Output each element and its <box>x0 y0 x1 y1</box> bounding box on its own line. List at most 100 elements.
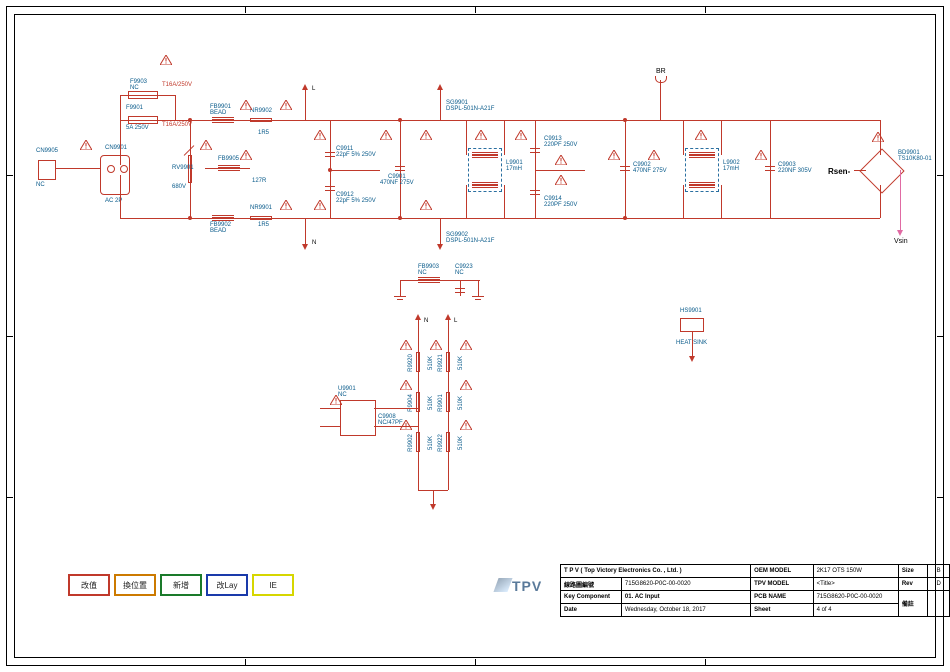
refdes: R9922 <box>438 434 444 452</box>
cap <box>325 156 335 157</box>
warn-icon <box>695 130 707 140</box>
warn-icon <box>380 130 392 140</box>
tick <box>7 497 13 498</box>
wire <box>478 280 479 296</box>
legend-box: 改值 <box>68 574 110 596</box>
wire <box>175 95 176 120</box>
res <box>416 392 420 412</box>
refval: BEAD <box>210 110 226 116</box>
coil <box>689 182 715 188</box>
cap <box>765 170 775 171</box>
wire-vsin <box>900 170 901 230</box>
tick <box>475 659 476 665</box>
arrow <box>415 314 421 320</box>
wire <box>683 185 684 218</box>
wire <box>440 218 441 244</box>
net-n: N <box>424 318 428 324</box>
lbl: Rev <box>898 578 928 591</box>
warn-icon <box>475 130 487 140</box>
refval: 510K <box>428 396 434 410</box>
refval: 220PF 250V <box>544 202 577 208</box>
wire <box>400 280 480 281</box>
warn-icon <box>430 340 442 350</box>
cap <box>325 152 335 153</box>
warn-icon <box>460 380 472 390</box>
warn-icon <box>400 380 412 390</box>
wire <box>120 120 121 165</box>
refdes: CN9901 <box>105 145 127 151</box>
refval: 1R5 <box>258 130 269 136</box>
wire <box>750 120 865 121</box>
refval: 220PF 250V <box>544 142 577 148</box>
cap <box>765 166 775 167</box>
lbl: Sheet <box>751 604 813 617</box>
refval: 17mH <box>723 166 739 172</box>
warn-icon <box>460 420 472 430</box>
gnd <box>472 296 484 297</box>
val: B <box>928 565 950 578</box>
legend-box: 改Lay <box>206 574 248 596</box>
refval: 510K <box>458 436 464 450</box>
junction <box>623 216 627 220</box>
arrow <box>302 244 308 250</box>
res <box>446 432 450 452</box>
junction <box>398 118 402 122</box>
refval: 220NF 305V <box>778 168 812 174</box>
val: 715G8620-P0C-00-0020 <box>813 591 898 604</box>
warn-icon <box>314 130 326 140</box>
bead-fb9905 <box>218 165 240 171</box>
refdes: RV9901 <box>172 165 194 171</box>
legend-label: 改Lay <box>217 580 238 591</box>
wire <box>660 80 661 120</box>
gnd <box>394 296 406 297</box>
wire <box>466 185 467 218</box>
wire <box>305 90 306 120</box>
tick <box>475 7 476 13</box>
cap <box>530 190 540 191</box>
wire <box>692 332 693 356</box>
legend-label: 換位置 <box>123 580 147 591</box>
refdes: R9921 <box>438 354 444 372</box>
refval: NC <box>36 182 45 188</box>
warn-icon <box>314 200 326 210</box>
refdes: CN9905 <box>36 148 58 154</box>
connector-cn9905 <box>38 160 56 180</box>
cap <box>455 292 465 293</box>
wire <box>374 408 418 409</box>
gnd <box>475 299 481 300</box>
lbl: PCB NAME <box>751 591 813 604</box>
coil <box>689 152 715 158</box>
refval: 22pF 5% 250V <box>336 198 376 204</box>
warn-icon <box>240 100 252 110</box>
pin <box>107 165 115 173</box>
refval: NC <box>418 270 427 276</box>
refdes: R9902 <box>408 434 414 452</box>
warn-icon <box>400 340 412 350</box>
cap <box>325 186 335 187</box>
tick <box>705 7 706 13</box>
refval: 470NF 275V <box>380 180 414 186</box>
warn-icon <box>280 200 292 210</box>
wire <box>330 170 380 171</box>
refdes: R9904 <box>408 394 414 412</box>
refval: 127R <box>252 178 266 184</box>
tick <box>937 175 943 176</box>
tick <box>245 659 246 665</box>
refval: 510K <box>458 396 464 410</box>
cap <box>395 166 405 167</box>
refval: TS10K80-01 <box>898 156 932 162</box>
warn-icon <box>200 140 212 150</box>
arrow <box>689 356 695 362</box>
wire <box>120 95 121 120</box>
wire <box>865 120 880 121</box>
net-l: L <box>454 318 457 324</box>
gnd <box>397 299 403 300</box>
wire <box>750 218 865 219</box>
junction <box>188 216 192 220</box>
refval: 680V <box>172 184 186 190</box>
refval: NC/47PF <box>378 420 403 426</box>
wire <box>535 170 585 171</box>
fuse-rating: T16A/250V <box>162 82 192 88</box>
connector-cn9901 <box>100 155 130 195</box>
wire <box>55 168 100 169</box>
